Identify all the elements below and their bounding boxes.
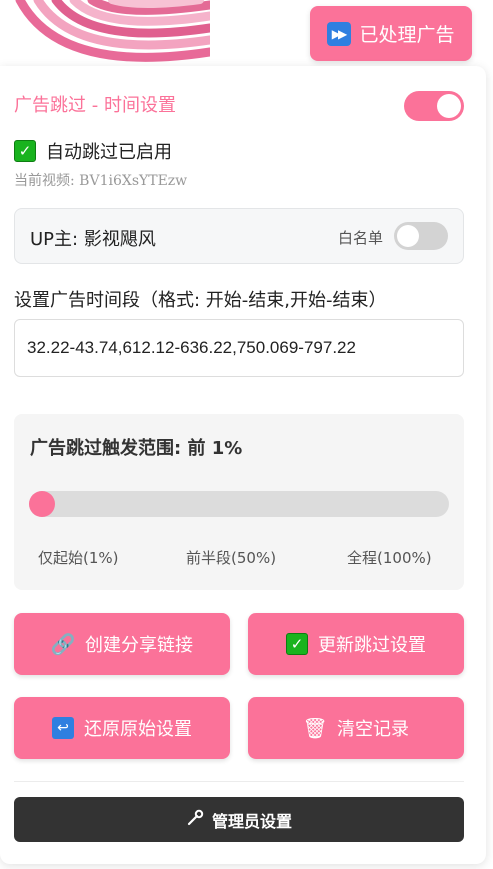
whitelist-toggle[interactable] (394, 222, 448, 250)
background-image (0, 0, 210, 66)
paperclip-icon: 🔗 (50, 632, 76, 656)
slider-thumb[interactable] (29, 491, 55, 517)
uploader-name: UP主: 影视飓风 (30, 229, 156, 250)
auto-skip-status: ✓ 自动跳过已启用 (14, 138, 172, 164)
check-icon: ✓ (14, 140, 36, 162)
restore-original-button[interactable]: ↩ 还原原始设置 (14, 697, 230, 759)
admin-settings-label: 管理员设置 (211, 811, 292, 831)
time-range-label: 设置广告时间段（格式: 开始-结束,开始-结束） (14, 290, 387, 311)
whitelist-label: 白名单 (337, 229, 383, 247)
current-video-id: 当前视频: BV1i6XsYTEzw (14, 173, 188, 189)
toggle-knob (397, 225, 419, 247)
status-text: 自动跳过已启用 (46, 142, 172, 163)
trigger-range-box: 广告跳过触发范围: 前 1% 仅起始(1%) 前半段(50%) 全程(100%) (14, 414, 464, 590)
processed-ads-button[interactable]: ▶▶ 已处理广告 (310, 6, 472, 61)
uploader-box: UP主: 影视飓风 白名单 (14, 208, 464, 264)
admin-settings-button[interactable]: 管理员设置 (14, 797, 464, 842)
processed-ads-label: 已处理广告 (359, 24, 455, 46)
create-share-link-button[interactable]: 🔗 创建分享链接 (14, 613, 230, 675)
time-range-input[interactable] (14, 319, 464, 377)
restore-original-label: 还原原始设置 (84, 719, 192, 740)
toggle-knob (437, 94, 461, 118)
panel-header: 广告跳过 - 时间设置 (14, 91, 464, 121)
return-icon: ↩ (52, 717, 74, 739)
trigger-range-title: 广告跳过触发范围: 前 1% (30, 438, 243, 459)
panel-title: 广告跳过 - 时间设置 (14, 95, 176, 116)
slider-label-full: 全程(100%) (347, 549, 432, 567)
slider-label-half: 前半段(50%) (186, 549, 277, 567)
check-icon: ✓ (286, 633, 308, 655)
enable-toggle[interactable] (404, 91, 464, 121)
fast-forward-icon: ▶▶ (327, 21, 352, 46)
clear-records-label: 清空记录 (337, 719, 409, 740)
clear-records-button[interactable]: 🗑 清空记录 (248, 697, 464, 759)
trash-icon: 🗑 (302, 716, 328, 740)
create-share-link-label: 创建分享链接 (85, 635, 193, 656)
update-skip-settings-button[interactable]: ✓ 更新跳过设置 (248, 613, 464, 675)
trigger-range-slider[interactable] (29, 491, 449, 517)
wrench-icon (186, 809, 204, 831)
divider (14, 781, 464, 782)
update-skip-settings-label: 更新跳过设置 (318, 635, 426, 656)
slider-label-start: 仅起始(1%) (38, 549, 119, 567)
ad-skip-panel: 广告跳过 - 时间设置 ✓ 自动跳过已启用 当前视频: BV1i6XsYTEzw… (0, 66, 486, 864)
